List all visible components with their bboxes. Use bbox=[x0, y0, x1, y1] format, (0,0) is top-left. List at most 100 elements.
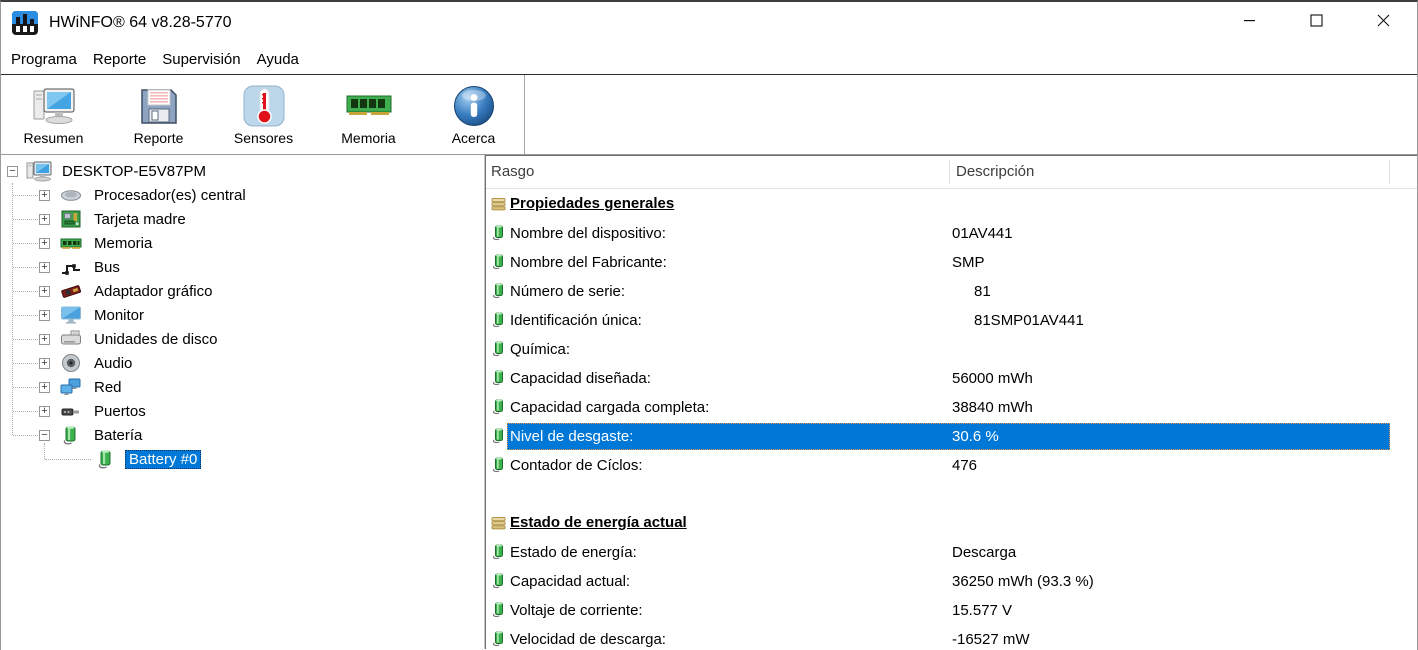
property-label: Voltaje de corriente: bbox=[508, 602, 950, 619]
menu-item-ayuda[interactable]: Ayuda bbox=[249, 47, 307, 72]
tree-item[interactable]: − Batería bbox=[1, 423, 484, 447]
tree-item[interactable]: + Puertos bbox=[1, 399, 484, 423]
battery-icon bbox=[58, 424, 84, 446]
tree-item[interactable]: −DESKTOP-E5V87PM bbox=[1, 159, 484, 183]
toolbar-button-reporte[interactable]: Reporte bbox=[106, 75, 211, 154]
expand-expander-icon[interactable]: + bbox=[39, 214, 50, 225]
toolbar-button-acerca[interactable]: Acerca bbox=[421, 75, 526, 154]
menu-item-programa[interactable]: Programa bbox=[3, 47, 85, 72]
toolbar-button-resumen[interactable]: Resumen bbox=[1, 75, 106, 154]
minimize-button[interactable] bbox=[1216, 2, 1283, 44]
row-content[interactable]: Velocidad de descarga:-16527 mW bbox=[507, 626, 1390, 650]
selected-row-highlight[interactable]: Nivel de desgaste:30.6 % bbox=[507, 423, 1390, 450]
tree-item[interactable]: +Bus bbox=[1, 255, 484, 279]
expand-expander-icon[interactable]: + bbox=[39, 406, 50, 417]
property-row[interactable]: Nivel de desgaste:30.6 % bbox=[486, 421, 1417, 450]
property-value: 81SMP01AV441 bbox=[950, 312, 1389, 329]
battery-icon bbox=[93, 448, 119, 470]
battery-small-icon bbox=[491, 341, 507, 357]
window-controls bbox=[1216, 2, 1417, 44]
column-header-rasgo[interactable]: Rasgo bbox=[491, 163, 534, 180]
ports-icon bbox=[58, 400, 84, 422]
tree-item-label: Memoria bbox=[90, 234, 156, 253]
tree-item[interactable]: +Monitor bbox=[1, 303, 484, 327]
section-row[interactable]: Propiedades generales bbox=[486, 189, 1417, 218]
motherboard-icon bbox=[58, 208, 84, 230]
property-label: Nivel de desgaste: bbox=[508, 428, 950, 445]
battery-small-icon bbox=[491, 573, 507, 589]
computer-icon bbox=[26, 160, 52, 182]
property-row[interactable]: Identificación única:81SMP01AV441 bbox=[486, 305, 1417, 334]
expand-expander-icon[interactable]: + bbox=[39, 358, 50, 369]
collapse-expander-icon[interactable]: − bbox=[39, 430, 50, 441]
detail-header: Rasgo Descripción bbox=[486, 156, 1417, 189]
tree-item[interactable]: +Procesador(es) central bbox=[1, 183, 484, 207]
close-button[interactable] bbox=[1350, 2, 1417, 44]
sensors-thermometer-icon bbox=[243, 84, 285, 128]
toolbar-button-memoria[interactable]: Memoria bbox=[316, 75, 421, 154]
row-content[interactable]: Química: bbox=[507, 336, 1390, 363]
menu-item-supervisión[interactable]: Supervisión bbox=[154, 47, 248, 72]
property-row[interactable]: Nombre del Fabricante:SMP bbox=[486, 247, 1417, 276]
battery-small-icon bbox=[491, 254, 507, 270]
monitor-icon bbox=[58, 304, 84, 326]
property-row[interactable]: Número de serie:81 bbox=[486, 276, 1417, 305]
battery-small-icon bbox=[491, 428, 507, 444]
tree-item[interactable]: + Red bbox=[1, 375, 484, 399]
toolbar-button-sensores[interactable]: Sensores bbox=[211, 75, 316, 154]
property-row[interactable]: Estado de energía:Descarga bbox=[486, 537, 1417, 566]
property-row[interactable]: Capacidad actual:36250 mWh (93.3 %) bbox=[486, 566, 1417, 595]
tree-item[interactable]: +Adaptador gráfico bbox=[1, 279, 484, 303]
hwinfo-window: HWiNFO® 64 v8.28-5770 ProgramaReporteSup… bbox=[0, 0, 1418, 650]
tree-item[interactable]: Battery #0 bbox=[1, 447, 484, 471]
column-header-descripcion[interactable]: Descripción bbox=[956, 163, 1034, 180]
property-value: 476 bbox=[950, 457, 1389, 474]
row-content[interactable]: Número de serie:81 bbox=[507, 278, 1390, 305]
row-content[interactable]: Capacidad cargada completa:38840 mWh bbox=[507, 394, 1390, 421]
expand-expander-icon[interactable]: + bbox=[39, 382, 50, 393]
column-separator[interactable] bbox=[1389, 160, 1390, 184]
row-content[interactable]: Voltaje de corriente:15.577 V bbox=[507, 597, 1390, 624]
property-row[interactable]: Contador de Cíclos:476 bbox=[486, 450, 1417, 479]
tree-item[interactable]: +Tarjeta madre bbox=[1, 207, 484, 231]
menu-bar: ProgramaReporteSupervisiónAyuda bbox=[1, 44, 1417, 74]
expand-expander-icon[interactable]: + bbox=[39, 262, 50, 273]
toolbar-button-label: Memoria bbox=[341, 130, 395, 146]
expand-expander-icon[interactable]: + bbox=[39, 190, 50, 201]
row-content[interactable]: Estado de energía:Descarga bbox=[507, 539, 1390, 566]
expand-expander-icon[interactable]: + bbox=[39, 310, 50, 321]
tree-item[interactable]: +Audio bbox=[1, 351, 484, 375]
tree-item[interactable]: + Memoria bbox=[1, 231, 484, 255]
row-content[interactable]: Identificación única:81SMP01AV441 bbox=[507, 307, 1390, 334]
device-tree: −DESKTOP-E5V87PM+Procesador(es) central+… bbox=[1, 155, 485, 649]
menu-item-reporte[interactable]: Reporte bbox=[85, 47, 154, 72]
battery-small-icon bbox=[491, 312, 507, 328]
tree-item-label: Batería bbox=[90, 426, 146, 445]
row-content[interactable]: Capacidad actual:36250 mWh (93.3 %) bbox=[507, 568, 1390, 595]
property-row[interactable]: Capacidad cargada completa:38840 mWh bbox=[486, 392, 1417, 421]
property-value: 36250 mWh (93.3 %) bbox=[950, 573, 1389, 590]
property-row[interactable]: Química: bbox=[486, 334, 1417, 363]
maximize-button[interactable] bbox=[1283, 2, 1350, 44]
expand-expander-icon[interactable]: + bbox=[39, 286, 50, 297]
property-value: 30.6 % bbox=[950, 428, 1389, 445]
row-content[interactable]: Nombre del dispositivo:01AV441 bbox=[507, 220, 1390, 247]
tree-item-label: Puertos bbox=[90, 402, 150, 421]
expand-expander-icon[interactable]: + bbox=[39, 334, 50, 345]
collapse-expander-icon[interactable]: − bbox=[7, 166, 18, 177]
row-content[interactable]: Contador de Cíclos:476 bbox=[507, 452, 1390, 479]
row-content[interactable]: Capacidad diseñada:56000 mWh bbox=[507, 365, 1390, 392]
section-row[interactable]: Estado de energía actual bbox=[486, 508, 1417, 537]
expand-expander-icon[interactable]: + bbox=[39, 238, 50, 249]
column-separator[interactable] bbox=[949, 160, 950, 184]
tree-item-label: Red bbox=[90, 378, 126, 397]
property-row[interactable]: Capacidad diseñada:56000 mWh bbox=[486, 363, 1417, 392]
property-row[interactable]: Velocidad de descarga:-16527 mW bbox=[486, 624, 1417, 649]
property-row[interactable]: Voltaje de corriente:15.577 V bbox=[486, 595, 1417, 624]
tree-item[interactable]: +Unidades de disco bbox=[1, 327, 484, 351]
property-row[interactable]: Nombre del dispositivo:01AV441 bbox=[486, 218, 1417, 247]
ram-icon bbox=[58, 232, 84, 254]
property-label: Nombre del Fabricante: bbox=[508, 254, 950, 271]
row-content[interactable]: Nombre del Fabricante:SMP bbox=[507, 249, 1390, 276]
about-info-icon bbox=[453, 84, 495, 128]
